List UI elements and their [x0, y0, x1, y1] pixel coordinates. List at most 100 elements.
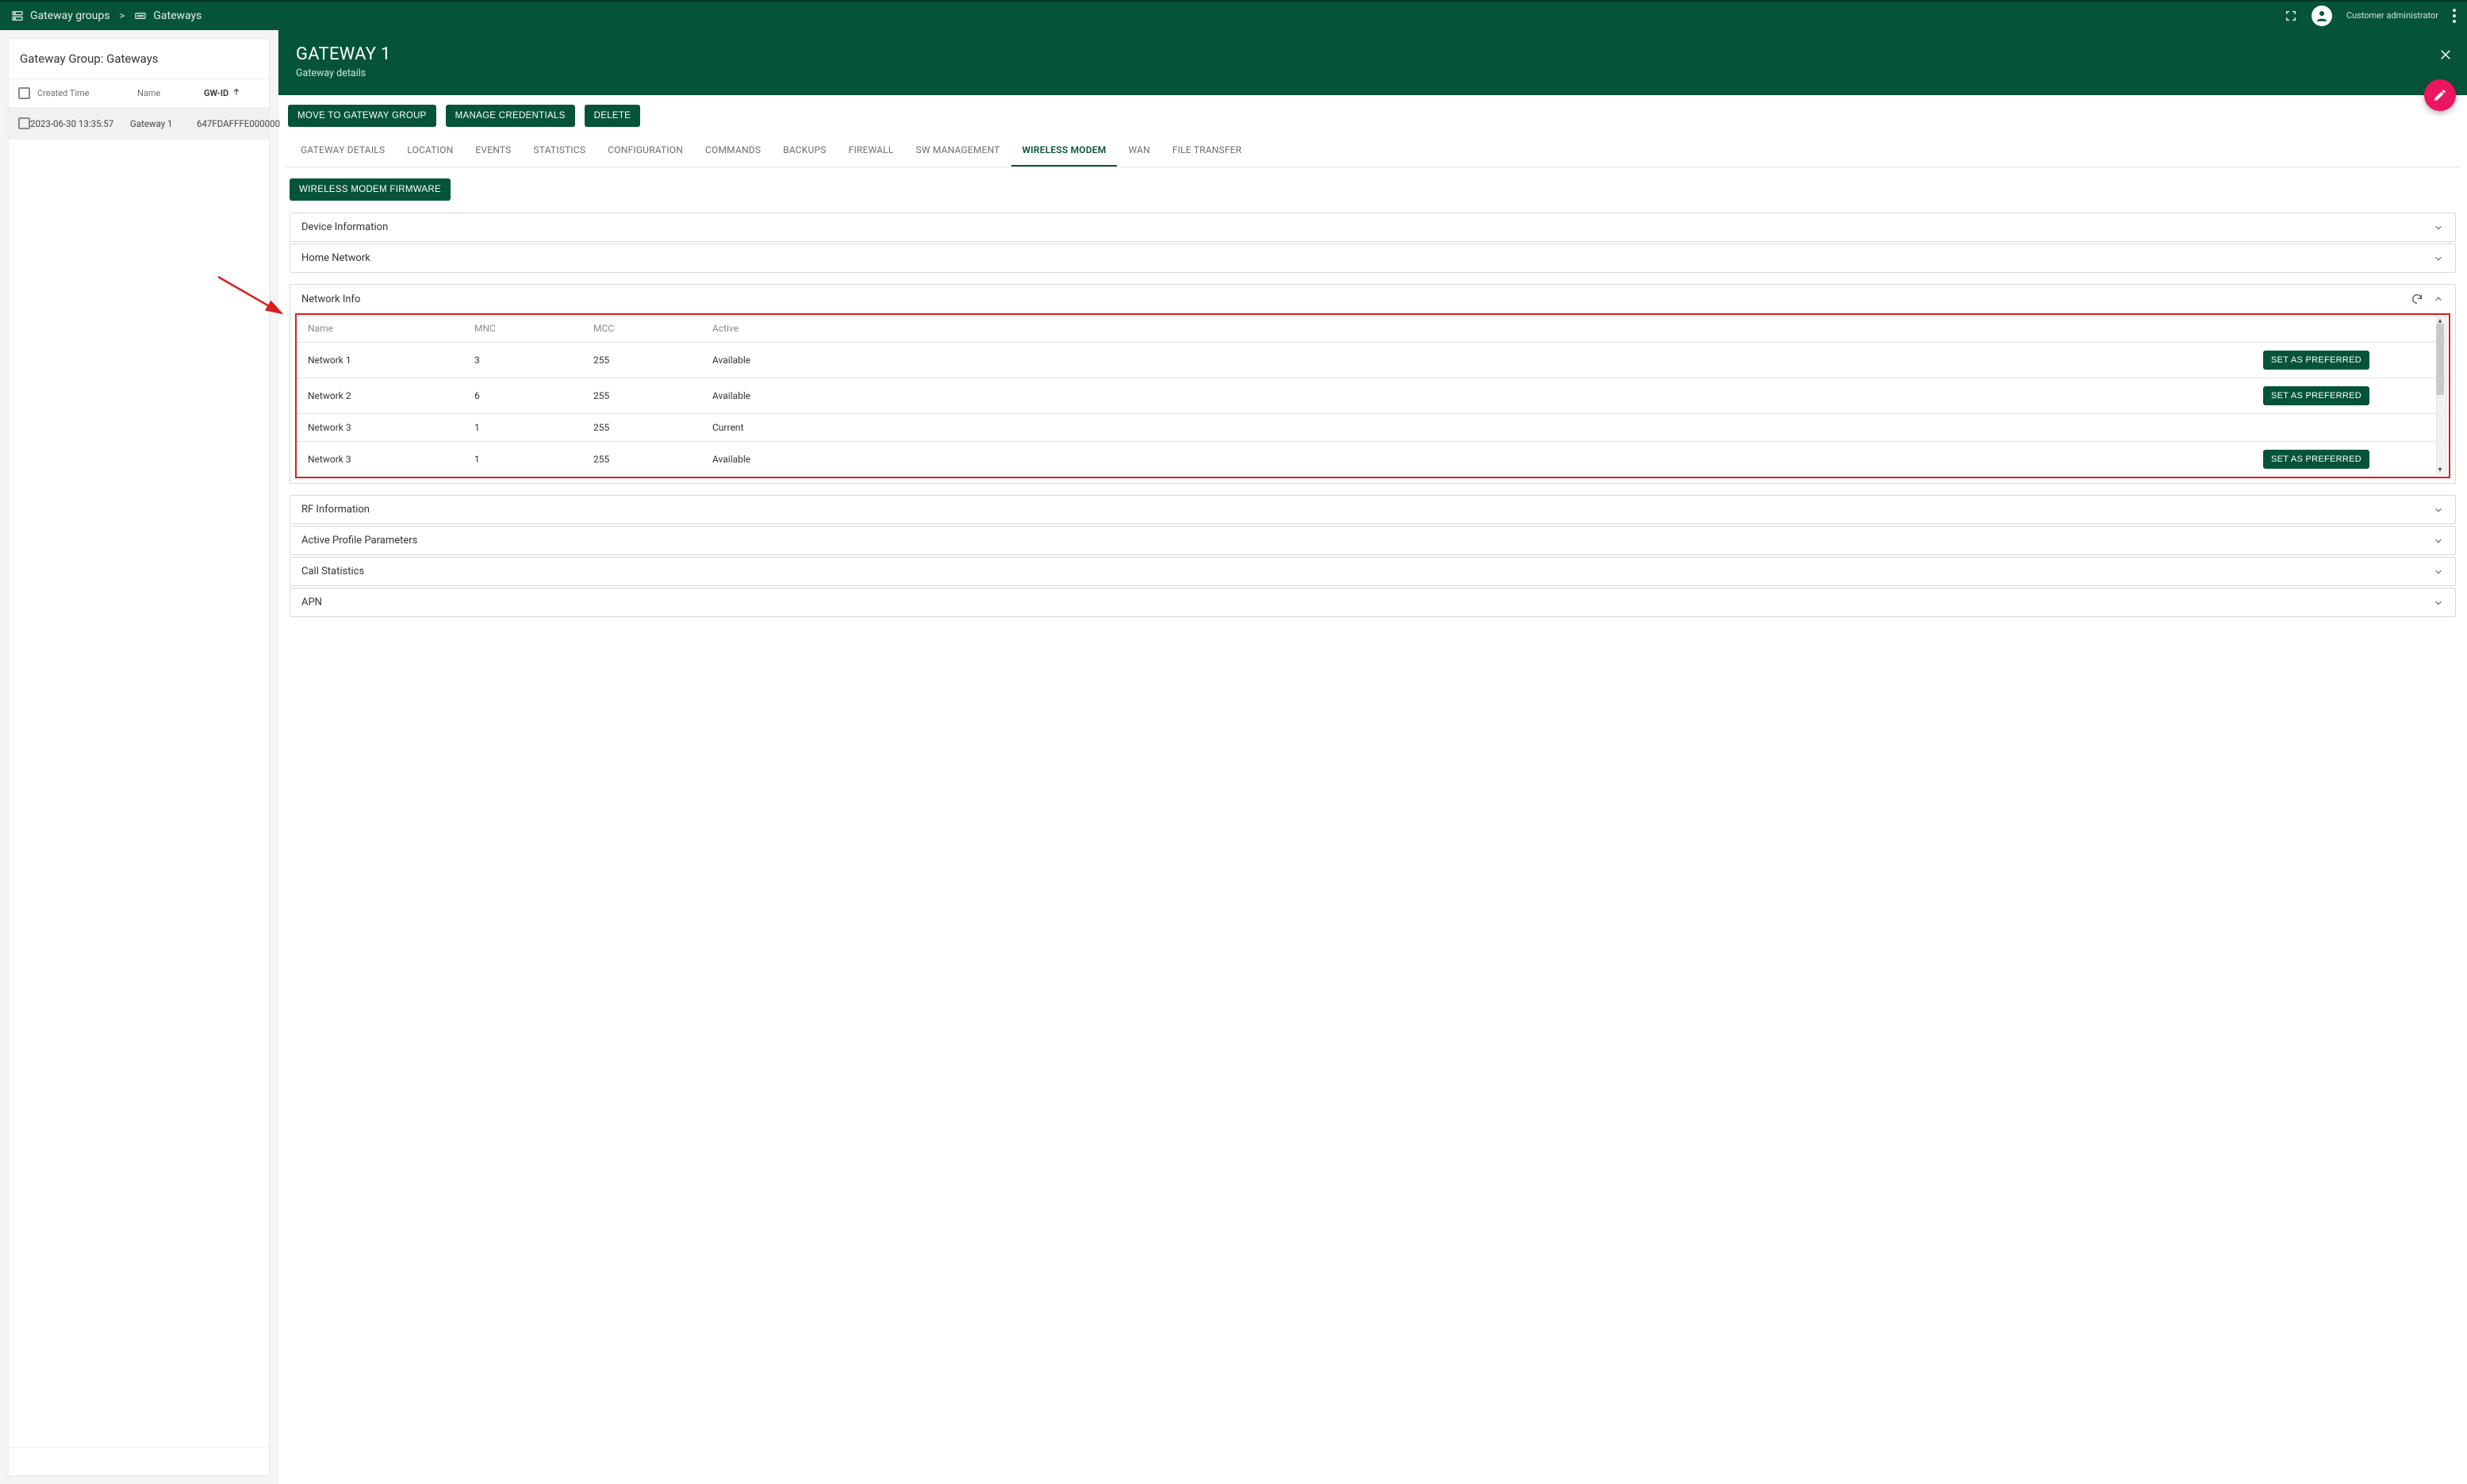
refresh-icon[interactable] — [2411, 293, 2423, 305]
col-header-net-active: Active — [712, 323, 2263, 334]
fullscreen-icon[interactable] — [2285, 10, 2297, 22]
panel-rf-information-label: RF Information — [301, 504, 370, 516]
network-info-scrollbar[interactable]: ▴ ▾ — [2436, 316, 2447, 475]
net-action-cell: SET AS PREFERRED — [2263, 450, 2422, 469]
detail-header: GATEWAY 1 Gateway details — [278, 30, 2467, 95]
col-header-net-name: Name — [308, 323, 474, 334]
chevron-down-icon — [2433, 535, 2444, 546]
net-mnc: 3 — [474, 355, 593, 366]
gateway-group-card: Gateway Group: Gateways Created Time Nam… — [8, 38, 270, 1476]
net-mcc: 255 — [593, 390, 712, 401]
tab-firewall[interactable]: FIREWALL — [838, 135, 905, 167]
panel-active-profile[interactable]: Active Profile Parameters — [290, 526, 2456, 555]
right-column: GATEWAY 1 Gateway details MOVE TO GATEWA… — [278, 30, 2467, 1484]
move-to-group-button[interactable]: MOVE TO GATEWAY GROUP — [288, 105, 436, 127]
chevron-down-icon — [2433, 566, 2444, 577]
net-active: Available — [712, 355, 2263, 366]
chevron-down-icon — [2433, 504, 2444, 516]
chevron-down-icon — [2433, 597, 2444, 608]
tab-commands[interactable]: COMMANDS — [694, 135, 772, 167]
user-avatar-icon[interactable] — [2312, 6, 2332, 26]
network-info-row: Network 13255AvailableSET AS PREFERRED — [297, 343, 2449, 378]
net-active: Available — [712, 390, 2263, 401]
row-created: 2023-06-30 13:35:57 — [30, 118, 130, 129]
panel-rf-information[interactable]: RF Information — [290, 495, 2456, 524]
sort-asc-icon — [232, 87, 241, 99]
breadcrumb-gateway-groups[interactable]: Gateway groups — [11, 10, 110, 22]
tab-wan[interactable]: WAN — [1117, 135, 1161, 167]
breadcrumb-gateways[interactable]: Gateways — [134, 10, 201, 22]
tab-configuration[interactable]: CONFIGURATION — [597, 135, 694, 167]
panel-device-information[interactable]: Device Information — [290, 213, 2456, 242]
panel-active-profile-label: Active Profile Parameters — [301, 535, 417, 546]
tab-file-transfer[interactable]: FILE TRANSFER — [1161, 135, 1253, 167]
close-icon[interactable] — [2438, 48, 2453, 65]
net-name: Network 3 — [308, 454, 474, 465]
net-mcc: 255 — [593, 355, 712, 366]
edit-fab-button[interactable] — [2424, 79, 2456, 111]
subaction-row: WIRELESS MODEM FIRMWARE — [285, 167, 2461, 210]
tab-backups[interactable]: BACKUPS — [772, 135, 837, 167]
delete-button[interactable]: DELETE — [585, 105, 641, 127]
net-active: Current — [712, 422, 2263, 433]
gateway-list-row[interactable]: 2023-06-30 13:35:57Gateway 1647FDAFFFE00… — [9, 108, 269, 140]
tab-statistics[interactable]: STATISTICS — [522, 135, 597, 167]
network-info-row: Network 31255AvailableSET AS PREFERRED — [297, 442, 2449, 477]
panel-home-network[interactable]: Home Network — [290, 243, 2456, 273]
tab-wireless-modem[interactable]: WIRELESS MODEM — [1011, 135, 1118, 167]
set-as-preferred-button[interactable]: SET AS PREFERRED — [2263, 351, 2369, 370]
tab-gateway-details[interactable]: GATEWAY DETAILS — [290, 135, 396, 167]
chevron-down-icon — [2433, 222, 2444, 233]
chevron-up-icon — [2433, 293, 2444, 305]
topbar-right: Customer administrator — [2285, 6, 2456, 26]
net-mcc: 255 — [593, 422, 712, 433]
tab-sw-management[interactable]: SW MANAGEMENT — [905, 135, 1011, 167]
col-header-name[interactable]: Name — [137, 88, 204, 98]
top-bar: Gateway groups > Gateways Customer admin… — [0, 0, 2467, 30]
set-as-preferred-button[interactable]: SET AS PREFERRED — [2263, 386, 2369, 405]
net-action-cell: SET AS PREFERRED — [2263, 386, 2422, 405]
manage-credentials-button[interactable]: MANAGE CREDENTIALS — [446, 105, 575, 127]
net-active: Available — [712, 454, 2263, 465]
panel-network-info-label: Network Info — [301, 293, 360, 305]
panel-apn-label: APN — [301, 596, 322, 608]
col-header-net-mnc: MNC — [474, 323, 593, 334]
net-name: Network 2 — [308, 390, 474, 401]
set-as-preferred-button[interactable]: SET AS PREFERRED — [2263, 450, 2369, 469]
panel-apn[interactable]: APN — [290, 588, 2456, 617]
col-header-created[interactable]: Created Time — [37, 88, 137, 98]
tab-location[interactable]: LOCATION — [396, 135, 464, 167]
select-all-checkbox[interactable] — [18, 87, 30, 99]
breadcrumb-gateway-groups-label: Gateway groups — [30, 10, 110, 22]
wireless-modem-firmware-button[interactable]: WIRELESS MODEM FIRMWARE — [290, 178, 451, 201]
user-role-label: Customer administrator — [2346, 11, 2438, 21]
col-header-gwid[interactable]: GW-ID — [204, 87, 259, 99]
net-mnc: 6 — [474, 390, 593, 401]
main-shell: Gateway Group: Gateways Created Time Nam… — [0, 30, 2467, 1484]
col-header-net-mcc: MCC — [593, 323, 712, 334]
detail-actions: MOVE TO GATEWAY GROUP MANAGE CREDENTIALS… — [285, 102, 2461, 127]
panel-network-info-header[interactable]: Network Info — [290, 285, 2455, 313]
gateway-groups-icon — [11, 10, 24, 22]
net-mnc: 1 — [474, 422, 593, 433]
col-header-gwid-label: GW-ID — [204, 88, 228, 98]
panel-call-statistics[interactable]: Call Statistics — [290, 557, 2456, 586]
network-info-table: Name MNC MCC Active Network 13255Availab… — [297, 315, 2449, 477]
breadcrumb-separator: > — [118, 10, 127, 22]
left-column: Gateway Group: Gateways Created Time Nam… — [0, 30, 278, 1484]
scroll-down-icon[interactable]: ▾ — [2436, 466, 2444, 474]
panel-call-statistics-label: Call Statistics — [301, 566, 364, 577]
row-checkbox[interactable] — [18, 117, 30, 129]
row-gwid: 647FDAFFFE000000 — [197, 118, 286, 129]
more-menu-icon[interactable] — [2453, 9, 2456, 23]
detail-tabs: GATEWAY DETAILSLOCATIONEVENTSSTATISTICSC… — [285, 135, 2461, 167]
panel-home-network-label: Home Network — [301, 252, 370, 264]
tab-events[interactable]: EVENTS — [464, 135, 522, 167]
net-mcc: 255 — [593, 454, 712, 465]
scroll-thumb[interactable] — [2436, 324, 2444, 395]
row-name: Gateway 1 — [130, 118, 197, 129]
net-name: Network 3 — [308, 422, 474, 433]
left-table-rows: 2023-06-30 13:35:57Gateway 1647FDAFFFE00… — [9, 108, 269, 140]
network-info-row: Network 31255Current — [297, 414, 2449, 442]
network-info-highlight-box: Name MNC MCC Active Network 13255Availab… — [295, 313, 2450, 478]
